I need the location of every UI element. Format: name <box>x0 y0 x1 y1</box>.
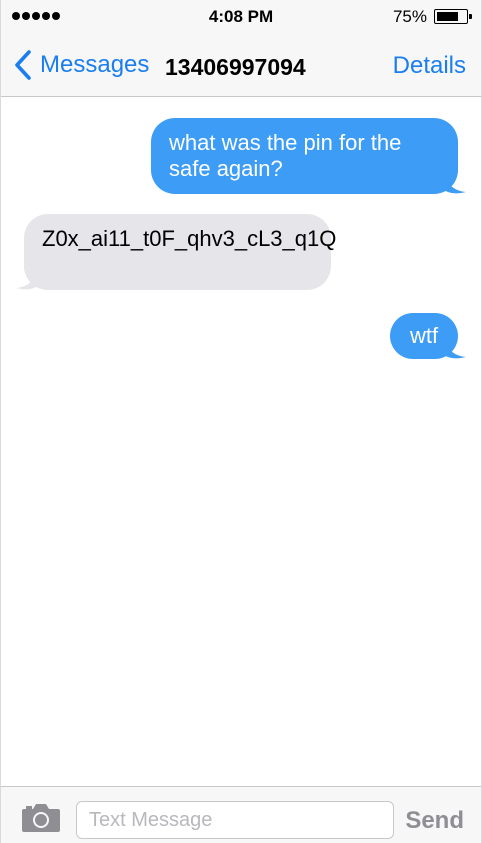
message-text: wtf <box>409 323 439 348</box>
bubble-tail <box>444 337 466 359</box>
conversation-title: 13406997094 <box>165 54 306 80</box>
message-thread[interactable]: what was the pin for the safe again? Z0x… <box>1 98 481 786</box>
message-input[interactable] <box>76 801 394 839</box>
compose-bar: Send <box>1 786 481 843</box>
navigation-bar: Messages 13406997094 Details <box>1 34 481 97</box>
chevron-left-icon <box>15 50 31 80</box>
back-button-label: Messages <box>40 51 150 78</box>
camera-icon[interactable] <box>21 801 61 833</box>
back-button[interactable]: Messages <box>13 48 149 82</box>
message-bubble-received[interactable]: Z0x_ai11_t0F_qhv3_cL3_q1Q <box>16 214 336 290</box>
battery-percentage: 75% <box>392 7 427 26</box>
details-button[interactable]: Details <box>393 52 466 80</box>
status-bar: 4:08 PM 75% <box>1 0 481 34</box>
send-button[interactable]: Send <box>405 807 464 835</box>
message-text: Z0x_ai11_t0F_qhv3_cL3_q1Q <box>42 226 337 251</box>
battery-icon <box>434 9 472 24</box>
bubble-tail <box>444 172 466 194</box>
message-text: what was the pin for the safe again? <box>169 130 402 181</box>
bubble-tail <box>16 268 38 290</box>
message-bubble-sent[interactable]: wtf <box>390 313 466 359</box>
message-bubble-sent[interactable]: what was the pin for the safe again? <box>151 118 466 194</box>
messages-screen: 4:08 PM 75% Messages 13406997094 Details… <box>0 0 482 843</box>
